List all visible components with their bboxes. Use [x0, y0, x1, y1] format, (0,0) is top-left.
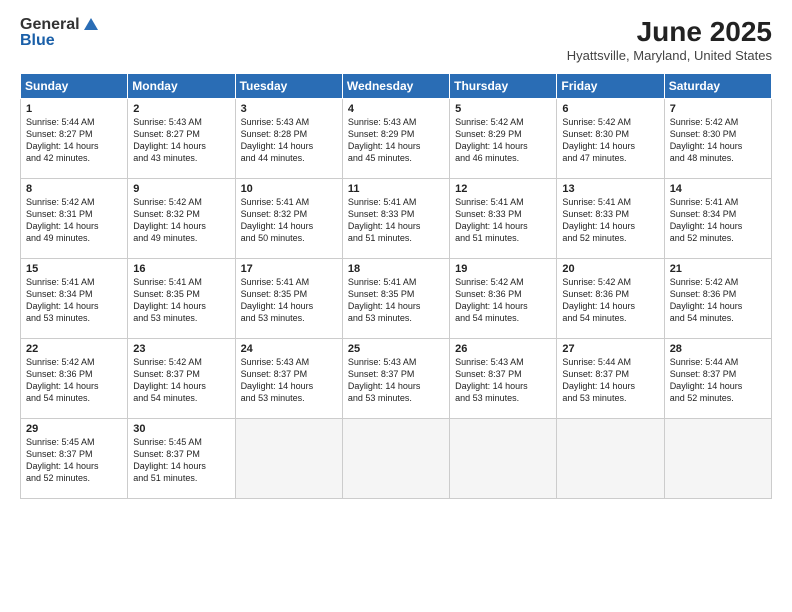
table-row: 22Sunrise: 5:42 AMSunset: 8:36 PMDayligh…	[21, 339, 128, 419]
logo-icon	[82, 16, 100, 34]
table-row: 7Sunrise: 5:42 AMSunset: 8:30 PMDaylight…	[664, 99, 771, 179]
col-friday: Friday	[557, 74, 664, 99]
table-row: 15Sunrise: 5:41 AMSunset: 8:34 PMDayligh…	[21, 259, 128, 339]
logo: General Blue	[20, 16, 100, 50]
table-row: 1Sunrise: 5:44 AMSunset: 8:27 PMDaylight…	[21, 99, 128, 179]
table-row: 23Sunrise: 5:42 AMSunset: 8:37 PMDayligh…	[128, 339, 235, 419]
table-row: 11Sunrise: 5:41 AMSunset: 8:33 PMDayligh…	[342, 179, 449, 259]
col-tuesday: Tuesday	[235, 74, 342, 99]
table-row: 14Sunrise: 5:41 AMSunset: 8:34 PMDayligh…	[664, 179, 771, 259]
table-row: 8Sunrise: 5:42 AMSunset: 8:31 PMDaylight…	[21, 179, 128, 259]
table-row	[664, 419, 771, 499]
table-row	[342, 419, 449, 499]
table-row: 5Sunrise: 5:42 AMSunset: 8:29 PMDaylight…	[450, 99, 557, 179]
table-row: 2Sunrise: 5:43 AMSunset: 8:27 PMDaylight…	[128, 99, 235, 179]
table-row: 13Sunrise: 5:41 AMSunset: 8:33 PMDayligh…	[557, 179, 664, 259]
table-row: 20Sunrise: 5:42 AMSunset: 8:36 PMDayligh…	[557, 259, 664, 339]
table-row	[557, 419, 664, 499]
table-row: 6Sunrise: 5:42 AMSunset: 8:30 PMDaylight…	[557, 99, 664, 179]
calendar-table: Sunday Monday Tuesday Wednesday Thursday…	[20, 73, 772, 499]
col-monday: Monday	[128, 74, 235, 99]
table-row	[450, 419, 557, 499]
table-row: 27Sunrise: 5:44 AMSunset: 8:37 PMDayligh…	[557, 339, 664, 419]
table-row: 26Sunrise: 5:43 AMSunset: 8:37 PMDayligh…	[450, 339, 557, 419]
table-row: 19Sunrise: 5:42 AMSunset: 8:36 PMDayligh…	[450, 259, 557, 339]
table-row: 21Sunrise: 5:42 AMSunset: 8:36 PMDayligh…	[664, 259, 771, 339]
table-row: 24Sunrise: 5:43 AMSunset: 8:37 PMDayligh…	[235, 339, 342, 419]
table-row: 25Sunrise: 5:43 AMSunset: 8:37 PMDayligh…	[342, 339, 449, 419]
table-row: 30Sunrise: 5:45 AMSunset: 8:37 PMDayligh…	[128, 419, 235, 499]
table-row: 28Sunrise: 5:44 AMSunset: 8:37 PMDayligh…	[664, 339, 771, 419]
table-row: 29Sunrise: 5:45 AMSunset: 8:37 PMDayligh…	[21, 419, 128, 499]
table-row	[235, 419, 342, 499]
col-sunday: Sunday	[21, 74, 128, 99]
title-block: June 2025 Hyattsville, Maryland, United …	[567, 16, 772, 63]
table-row: 18Sunrise: 5:41 AMSunset: 8:35 PMDayligh…	[342, 259, 449, 339]
table-row: 3Sunrise: 5:43 AMSunset: 8:28 PMDaylight…	[235, 99, 342, 179]
col-saturday: Saturday	[664, 74, 771, 99]
table-row: 17Sunrise: 5:41 AMSunset: 8:35 PMDayligh…	[235, 259, 342, 339]
table-row: 10Sunrise: 5:41 AMSunset: 8:32 PMDayligh…	[235, 179, 342, 259]
col-thursday: Thursday	[450, 74, 557, 99]
page: General Blue June 2025 Hyattsville, Mary…	[0, 0, 792, 612]
location: Hyattsville, Maryland, United States	[567, 48, 772, 63]
table-row: 16Sunrise: 5:41 AMSunset: 8:35 PMDayligh…	[128, 259, 235, 339]
logo-blue-text: Blue	[20, 32, 55, 50]
table-row: 12Sunrise: 5:41 AMSunset: 8:33 PMDayligh…	[450, 179, 557, 259]
table-row: 4Sunrise: 5:43 AMSunset: 8:29 PMDaylight…	[342, 99, 449, 179]
calendar-header-row: Sunday Monday Tuesday Wednesday Thursday…	[21, 74, 772, 99]
col-wednesday: Wednesday	[342, 74, 449, 99]
header: General Blue June 2025 Hyattsville, Mary…	[20, 16, 772, 63]
month-title: June 2025	[567, 16, 772, 48]
table-row: 9Sunrise: 5:42 AMSunset: 8:32 PMDaylight…	[128, 179, 235, 259]
